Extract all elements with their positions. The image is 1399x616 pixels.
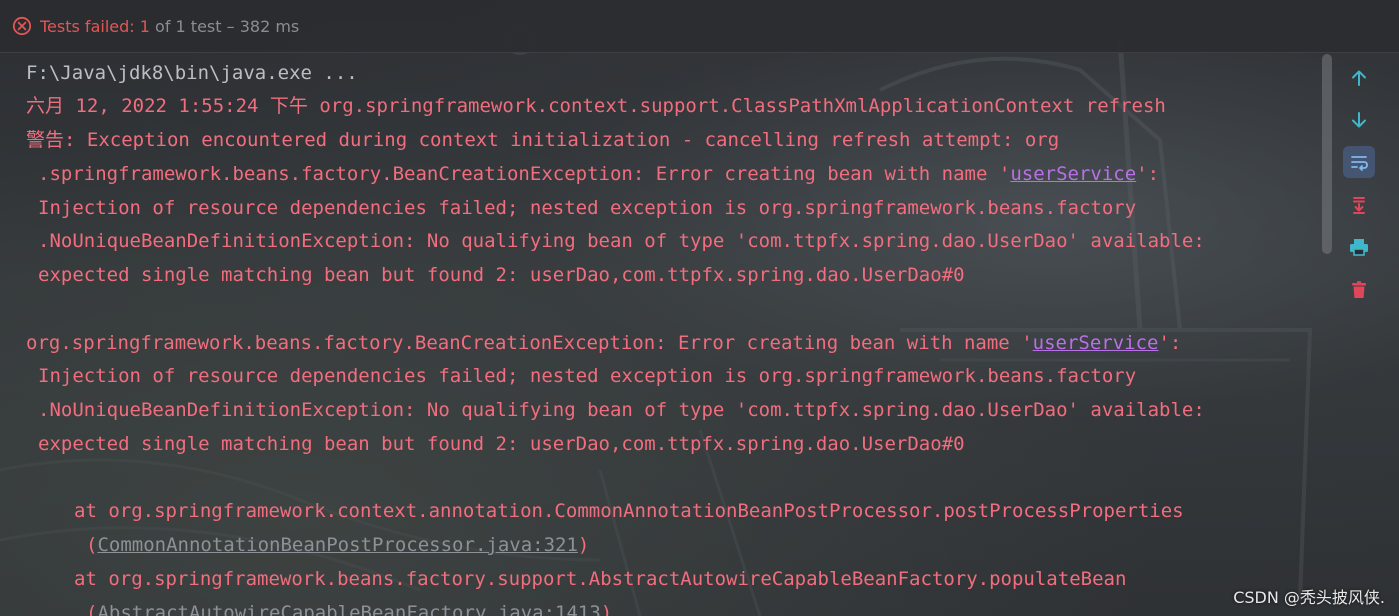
console-line: expected single matching bean but found … — [38, 264, 965, 286]
source-file-link[interactable]: CommonAnnotationBeanPostProcessor.java:3… — [97, 534, 577, 556]
stack-trace-source: (AbstractAutowireCapableBeanFactory.java… — [86, 600, 612, 616]
console-line: .NoUniqueBeanDefinitionException: No qua… — [38, 230, 1205, 252]
print-button[interactable] — [1343, 231, 1375, 263]
stack-trace-line: at org.springframework.context.annotatio… — [74, 500, 1184, 522]
next-occurrence-button[interactable] — [1343, 104, 1375, 136]
arrow-up-icon — [1352, 70, 1366, 86]
test-failed-icon — [12, 16, 32, 36]
scroll-to-end-button[interactable] — [1343, 189, 1375, 221]
test-status: Tests failed: 1 of 1 test – 382 ms — [12, 16, 299, 36]
status-separator: – — [226, 16, 235, 36]
console-text: org.springframework.beans.factory.BeanCr… — [26, 332, 1033, 354]
stack-trace-line: at org.springframework.beans.factory.sup… — [74, 568, 1127, 590]
console-line: org.springframework.beans.factory.BeanCr… — [26, 330, 1181, 356]
test-status-bar: Tests failed: 1 of 1 test – 382 ms — [0, 0, 1399, 53]
bean-name-link[interactable]: userService — [1033, 332, 1159, 354]
console-line: Injection of resource dependencies faile… — [38, 197, 1137, 219]
console-line: 警告: Exception encountered during context… — [26, 129, 1060, 151]
bean-name-link[interactable]: userService — [1010, 163, 1136, 185]
console-line: .NoUniqueBeanDefinitionException: No qua… — [38, 399, 1205, 421]
stack-trace-source: (CommonAnnotationBeanPostProcessor.java:… — [86, 534, 590, 556]
status-label: Tests failed: — [40, 16, 135, 36]
console-text: ': — [1158, 332, 1182, 354]
console-line: .springframework.beans.factory.BeanCreat… — [38, 161, 1159, 187]
run-tool-window: Tests failed: 1 of 1 test – 382 ms F:\Ja… — [0, 0, 1399, 616]
scroll-to-end-icon — [1353, 197, 1365, 214]
soft-wrap-toggle[interactable] — [1343, 146, 1375, 178]
console-line: 六月 12, 2022 1:55:24 下午 org.springframewo… — [26, 95, 1166, 117]
previous-occurrence-button[interactable] — [1343, 62, 1375, 94]
watermark: CSDN @秃头披风侠. — [1233, 588, 1385, 607]
console-output[interactable]: F:\Java\jdk8\bin\java.exe ... 六月 12, 202… — [0, 52, 1320, 616]
source-file-link[interactable]: AbstractAutowireCapableBeanFactory.java:… — [97, 602, 600, 616]
arrow-down-icon — [1352, 112, 1366, 128]
console-line-command: F:\Java\jdk8\bin\java.exe ... — [26, 62, 358, 84]
console-line: Injection of resource dependencies faile… — [38, 365, 1137, 387]
test-duration: 382 ms — [239, 16, 300, 36]
console-text: .springframework.beans.factory.BeanCreat… — [38, 163, 1011, 185]
soft-wrap-icon — [1351, 156, 1368, 171]
console-line: expected single matching bean but found … — [38, 433, 965, 455]
total-tests: of 1 test — [155, 16, 222, 36]
console-text: ': — [1136, 163, 1160, 185]
console-scrollbar[interactable] — [1322, 54, 1332, 254]
clear-all-button[interactable] — [1343, 274, 1375, 306]
failed-count: 1 — [139, 16, 150, 36]
print-icon — [1350, 239, 1368, 256]
trash-icon — [1352, 281, 1366, 298]
